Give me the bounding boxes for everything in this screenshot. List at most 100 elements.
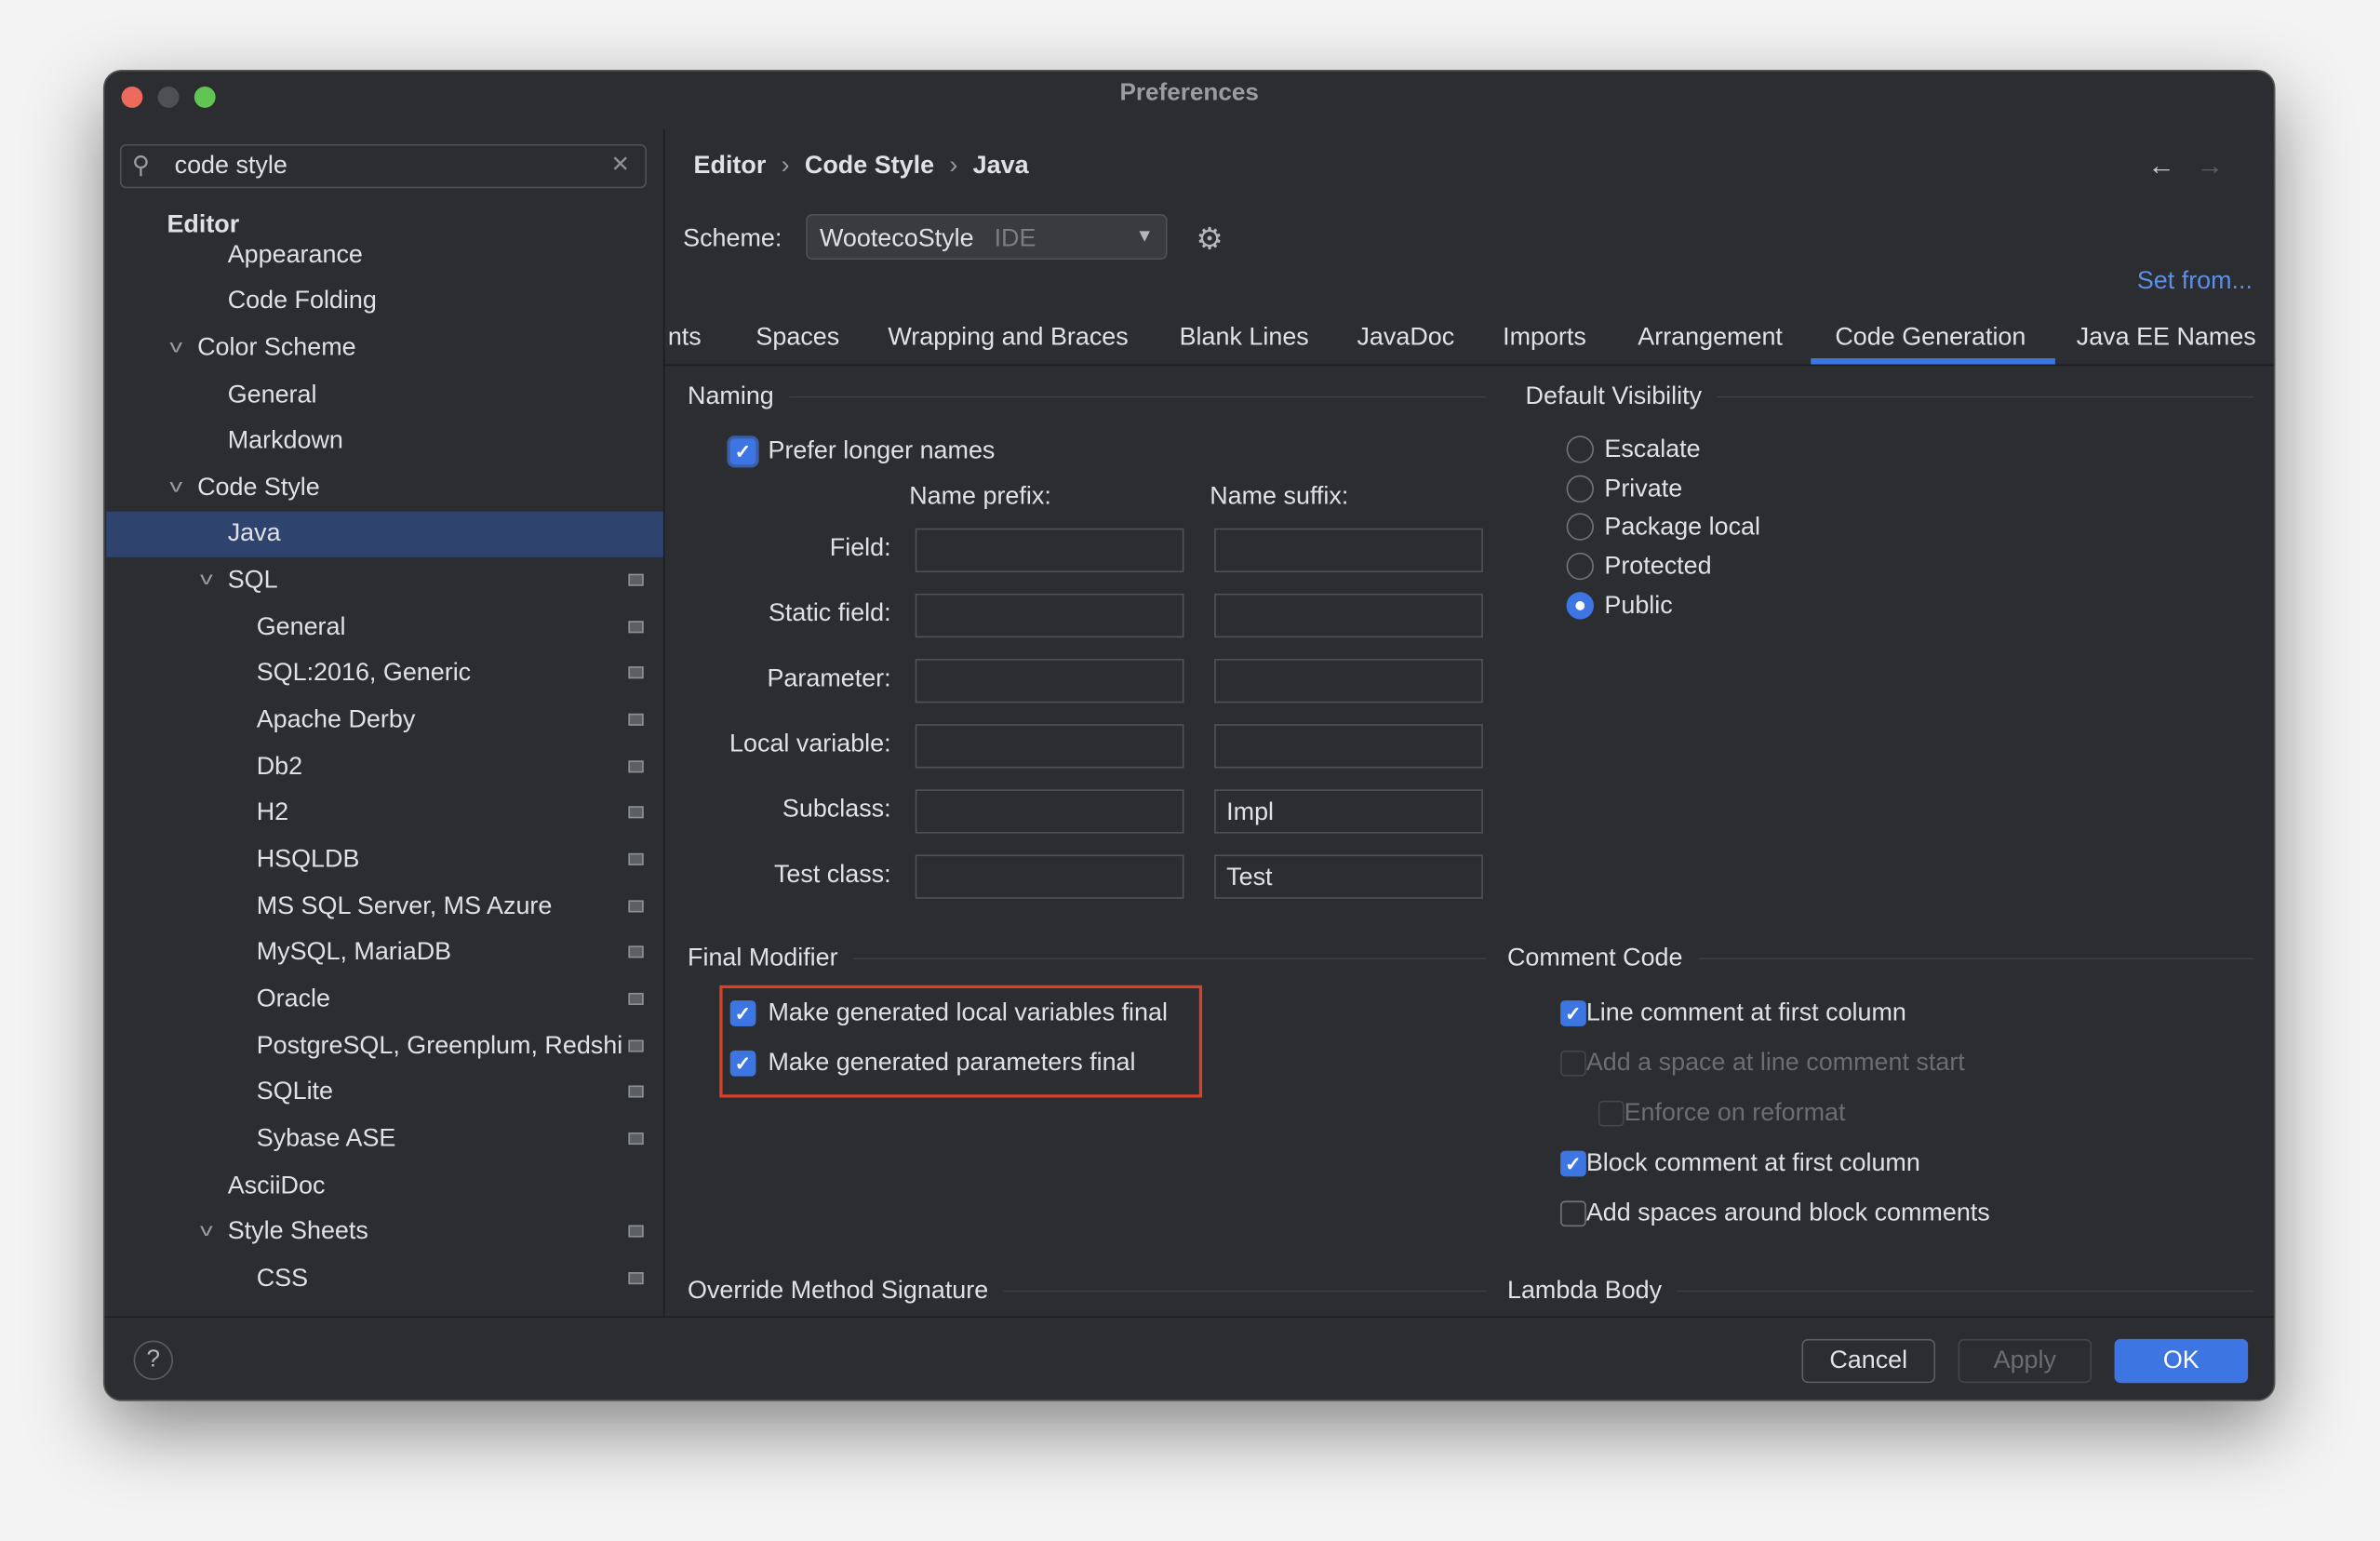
breadcrumb-code-style[interactable]: Code Style [805,152,934,181]
comment-code-checkbox[interactable]: ✓ [1560,1000,1586,1026]
tree-item[interactable]: General [257,611,346,642]
radio-escalate[interactable] [1566,436,1594,463]
project-settings-icon [628,806,644,819]
name-suffix-input[interactable] [1214,659,1483,704]
naming-row-label: Subclass: [782,795,891,824]
name-prefix-input[interactable] [915,854,1184,899]
tree-item[interactable]: CSS [257,1263,308,1293]
tree-item[interactable]: Appearance [228,240,363,271]
radio-private[interactable] [1566,475,1594,502]
apply-button[interactable]: Apply [1958,1338,2093,1384]
tab-imports[interactable]: Imports [1503,323,1586,352]
comment-code-checkbox[interactable]: ✓ [1560,1150,1586,1177]
radio-public[interactable] [1566,591,1594,620]
scheme-dropdown[interactable]: WootecoStyle IDE ▼ [806,214,1168,260]
tab-wrapping-and-braces[interactable]: Wrapping and Braces [888,323,1128,352]
comment-code-checkbox[interactable] [1598,1100,1625,1127]
tree-item[interactable]: Java [228,517,281,548]
tab-java-ee-names[interactable]: Java EE Names [2077,323,2256,352]
clear-search-icon[interactable]: ✕ [611,151,631,178]
radio-protected[interactable] [1566,552,1594,581]
chevron-down-icon[interactable]: v [200,568,213,589]
help-button[interactable]: ? [133,1340,173,1380]
tree-item[interactable]: Oracle [257,984,330,1014]
tab-code-generation[interactable]: Code Generation [1835,323,2026,352]
tree-item[interactable]: Editor [167,209,239,240]
tree-item[interactable]: PostgreSQL, Greenplum, Redshi [257,1031,622,1062]
radio-label: Public [1604,591,1673,620]
back-arrow-icon[interactable]: ← [2147,151,2174,182]
chevron-down-icon[interactable]: v [169,336,182,357]
scheme-tag: IDE [994,224,1036,252]
tree-item[interactable]: Code Folding [228,286,377,316]
tree-item[interactable]: Db2 [257,752,302,783]
final-modifier-section-header: Final Modifier [688,945,1487,973]
radio-package-local[interactable] [1566,514,1594,542]
scheme-label: Scheme: [683,224,782,252]
active-tab-indicator [1811,358,2055,365]
radio-label: Protected [1604,552,1712,581]
cancel-button[interactable]: Cancel [1801,1338,1936,1384]
selected-row-highlight [106,511,663,557]
comment-code-checkbox[interactable] [1560,1050,1586,1077]
name-prefix-input[interactable] [915,593,1184,638]
project-settings-icon [628,992,644,1005]
tab-spaces[interactable]: Spaces [755,323,839,352]
naming-row-label: Field: [829,534,891,562]
tree-item[interactable]: AsciiDoc [228,1171,326,1201]
name-suffix-input[interactable]: Test [1214,854,1483,899]
tree-item[interactable]: Apache Derby [257,704,416,735]
tab-javadoc[interactable]: JavaDoc [1357,323,1454,352]
checkbox-label: Make generated local variables final [768,998,1168,1026]
tree-item[interactable]: Markdown [228,425,343,456]
tree-item[interactable]: General [228,380,317,410]
tree-item[interactable]: Sybase ASE [257,1123,396,1154]
naming-row-label: Local variable: [729,730,891,758]
name-suffix-input[interactable] [1214,528,1483,573]
name-prefix-input[interactable] [915,789,1184,834]
final-modifier-checkbox[interactable]: ✓ [729,1000,756,1026]
breadcrumb-editor[interactable]: Editor [694,152,767,181]
gear-icon[interactable]: ⚙ [1197,221,1223,259]
prefer-longer-names-checkbox[interactable]: ✓ [729,438,756,465]
chevron-down-icon[interactable]: v [169,476,182,497]
ok-button[interactable]: OK [2114,1338,2249,1384]
name-prefix-header: Name prefix: [909,482,1051,511]
sidebar-divider [662,128,665,1317]
radio-label: Private [1604,475,1683,502]
chevron-down-icon[interactable]: v [200,1219,213,1240]
name-suffix-input[interactable]: Impl [1214,789,1483,834]
tree-item[interactable]: Code Style [197,472,320,502]
naming-row-label: Static field: [768,599,891,627]
final-modifier-checkbox[interactable]: ✓ [729,1050,756,1077]
tab-blank-lines[interactable]: Blank Lines [1180,323,1309,352]
forward-arrow-icon[interactable]: → [2197,151,2224,182]
checkbox-label: Add spaces around block comments [1585,1199,1990,1227]
tree-item[interactable]: SQLite [257,1077,333,1107]
tree-item[interactable]: Color Scheme [197,332,356,363]
tab-nts[interactable]: nts [668,323,702,352]
tree-item[interactable]: MS SQL Server, MS Azure [257,891,553,922]
tree-item[interactable]: SQL [228,565,278,596]
name-prefix-input[interactable] [915,724,1184,769]
name-suffix-input[interactable] [1214,593,1483,638]
set-from-link[interactable]: Set from... [2137,265,2253,296]
name-suffix-input[interactable] [1214,724,1483,769]
tree-item[interactable]: HSQLDB [257,844,360,875]
tree-item[interactable]: MySQL, MariaDB [257,937,451,968]
tree-item[interactable]: Style Sheets [228,1216,368,1247]
tree-item[interactable]: SQL:2016, Generic [257,657,471,688]
project-settings-icon [628,945,644,958]
tab-arrangement[interactable]: Arrangement [1638,323,1783,352]
chevron-right-icon: › [949,152,958,180]
project-settings-icon [628,1225,644,1238]
name-prefix-input[interactable] [915,528,1184,573]
radio-label: Package local [1604,514,1760,542]
comment-code-checkbox[interactable] [1560,1200,1586,1227]
name-prefix-input[interactable] [915,659,1184,704]
checkbox-label: Add a space at line comment start [1585,1049,1965,1077]
search-input[interactable]: ⚲ code style ✕ [119,143,647,189]
tree-item[interactable]: H2 [257,797,288,827]
tabs-divider [664,364,2274,367]
preferences-window: Preferences ⚲ code style ✕ Editor › Code … [102,70,2276,1401]
